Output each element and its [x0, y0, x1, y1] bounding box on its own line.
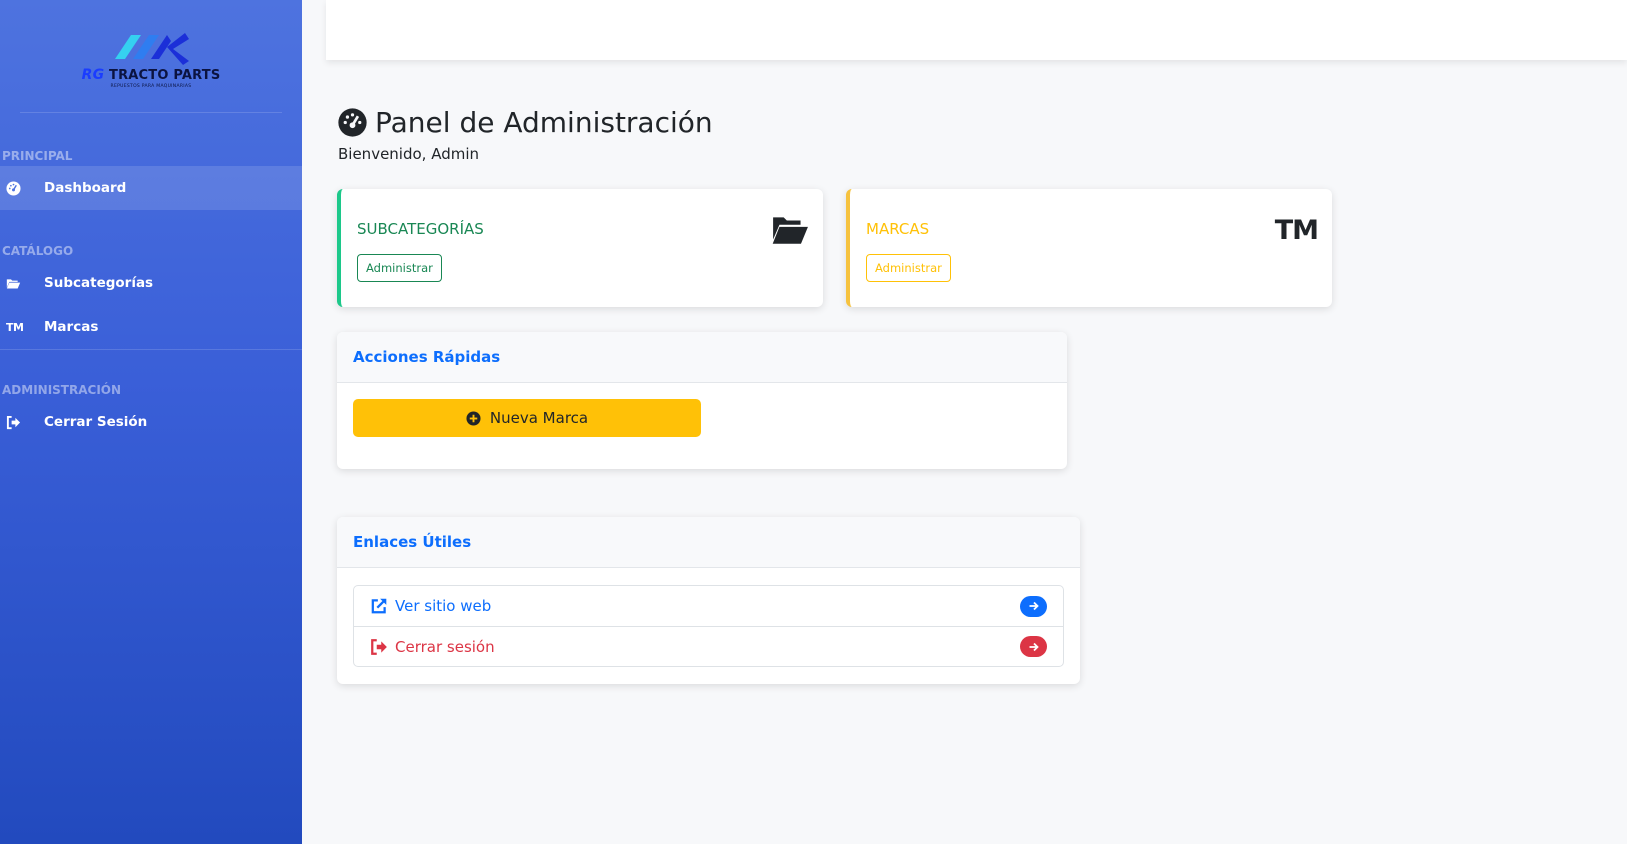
card-title: MARCAS: [866, 220, 930, 238]
tachometer-icon: [6, 180, 32, 196]
link-label: Ver sitio web: [395, 597, 492, 615]
panel-title: Acciones Rápidas: [337, 332, 1067, 383]
sidebar-item-label: Dashboard: [44, 180, 127, 196]
useful-links-panel: Enlaces Útiles Ver sitio web Cerrar sesi…: [337, 517, 1080, 684]
sidebar-item-cerrar-sesion[interactable]: Cerrar Sesión: [0, 400, 302, 444]
quick-actions-panel: Acciones Rápidas Nueva Marca: [337, 332, 1067, 469]
sign-out-icon: [6, 415, 32, 430]
trademark-icon: TM: [1274, 215, 1319, 246]
sidebar: RG TRACTO PARTS REPUESTOS PARA MAQUINARI…: [0, 0, 302, 844]
sidebar-divider: [0, 349, 302, 350]
logo-text: RG TRACTO PARTS: [81, 67, 221, 83]
plus-circle-icon: [466, 410, 481, 426]
page-title-text: Panel de Administración: [375, 106, 713, 139]
new-brand-button[interactable]: Nueva Marca: [353, 399, 701, 437]
section-label-catalogo: CATÁLOGO: [2, 244, 74, 258]
arrow-right-icon: [1020, 595, 1047, 617]
arrow-right-icon: [1020, 636, 1047, 657]
logout-link[interactable]: Cerrar sesión: [354, 626, 1063, 666]
administrar-marcas-button[interactable]: Administrar: [866, 254, 951, 282]
sidebar-divider: [20, 112, 282, 113]
administrar-subcategorias-button[interactable]: Administrar: [357, 254, 442, 282]
card-subcategorias: SUBCATEGORÍAS Administrar: [337, 189, 823, 307]
sidebar-item-label: Subcategorías: [44, 275, 154, 291]
external-link-icon: [371, 598, 387, 614]
tachometer-icon: [338, 108, 367, 137]
logo-mark-icon: [115, 33, 189, 65]
sidebar-item-dashboard[interactable]: Dashboard: [0, 166, 302, 210]
sidebar-item-label: Cerrar Sesión: [44, 414, 148, 430]
brand-logo[interactable]: RG TRACTO PARTS REPUESTOS PARA MAQUINARI…: [0, 0, 302, 112]
new-brand-label: Nueva Marca: [489, 409, 589, 427]
trademark-icon: TM: [6, 320, 24, 334]
folder-open-icon: [6, 276, 32, 291]
view-website-link[interactable]: Ver sitio web: [354, 586, 1063, 626]
links-list: Ver sitio web Cerrar sesión: [353, 585, 1064, 667]
sign-out-icon: [371, 638, 387, 655]
sidebar-item-marcas[interactable]: TM Marcas: [0, 305, 302, 349]
sidebar-item-subcategorias[interactable]: Subcategorías: [0, 261, 302, 305]
top-navbar: [326, 0, 1627, 60]
section-label-administracion: ADMINISTRACIÓN: [2, 383, 122, 397]
link-label: Cerrar sesión: [395, 637, 495, 656]
page-title: Panel de Administración: [338, 106, 713, 139]
card-marcas: MARCAS Administrar TM: [846, 189, 1332, 307]
panel-title: Enlaces Útiles: [337, 517, 1080, 568]
sidebar-item-label: Marcas: [44, 319, 99, 335]
section-label-principal: PRINCIPAL: [2, 149, 73, 163]
folder-open-icon: [771, 215, 809, 249]
welcome-text: Bienvenido, Admin: [338, 145, 480, 163]
logo-tagline: REPUESTOS PARA MAQUINARIAS: [110, 84, 192, 89]
card-title: SUBCATEGORÍAS: [357, 220, 484, 238]
